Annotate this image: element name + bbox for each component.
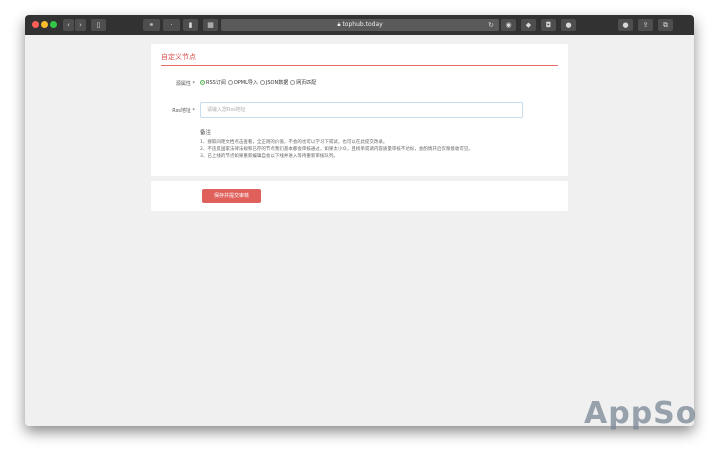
address-bar[interactable]: 🔒︎ tophub.today [221,19,499,31]
info-button[interactable]: ● [618,19,633,31]
dot-icon: · [170,21,173,29]
pin-icon: ◆ [525,21,532,29]
source-option-webpage-label: 网页匹配 [296,80,317,86]
title-divider [161,65,558,66]
tabs-button[interactable]: ⧉ [658,19,673,31]
shield-icon: ◘ [545,21,552,29]
source-option-rss-label: RSS订阅 [206,80,226,86]
minimize-window-button[interactable] [41,21,48,28]
source-option-webpage[interactable]: 网页匹配 [290,79,316,86]
tabs-icon: ⧉ [663,21,668,29]
page-title: 自定义节点 [161,53,196,61]
extension-button-6[interactable]: ◆ [521,19,536,31]
source-option-opml[interactable]: OPML导入 [227,79,258,86]
note-item: 1、搜取间距文档点击查看，全正则的价值，不会的也可以学习下或试，也可以在此提交改… [200,140,388,145]
extension-button-3[interactable]: ▮ [183,19,198,31]
source-type-label: 源属性 * [175,81,195,87]
extension-button-2[interactable]: · [163,19,180,31]
submit-button[interactable]: 保存并提交审核 [202,189,261,203]
address-bar-url: tophub.today [342,21,383,28]
source-option-json[interactable]: JSON数据 [259,79,289,86]
rss-url-input[interactable]: 请输入您Rss地址 [200,102,523,118]
notes-section: 备注 1、搜取间距文档点击查看，全正则的价值，不会的也可以学习下或试，也可以在此… [200,130,473,160]
radio-webpage[interactable] [290,80,296,85]
source-type-options: RSS订阅 OPML导入 JSON数据 网页匹配 [200,79,318,86]
appso-watermark: AppSo [584,396,698,431]
source-option-json-label: JSON数据 [265,80,289,86]
browser-window: ‹ › ▯ ⚭ · ▮ ▦ 🔒︎ tophub.today ↻ ◉ ◆ ◘ ● … [25,15,694,426]
share-icon: ⇪ [642,21,649,29]
extension-button-5[interactable]: ◉ [501,19,516,31]
notes-title: 备注 [200,130,212,136]
grid-icon: ▦ [207,21,214,29]
rss-url-placeholder: 请输入您Rss地址 [207,107,246,113]
custom-node-form-card: 自定义节点 源属性 * RSS订阅 OPML导入 JSON数据 网页匹配 Rss… [151,44,568,176]
reload-icon: ↻ [488,21,494,29]
page-content: 自定义节点 源属性 * RSS订阅 OPML导入 JSON数据 网页匹配 Rss… [25,35,694,426]
chevron-right-icon: › [79,21,82,29]
back-button[interactable]: ‹ [63,19,74,31]
source-option-rss[interactable]: RSS订阅 [200,79,226,86]
close-window-button[interactable] [32,21,39,28]
forward-button[interactable]: › [75,19,86,31]
share-button[interactable]: ⇪ [638,19,653,31]
extension-button-1[interactable]: ⚭ [143,19,160,31]
submit-card: 保存并提交审核 [151,181,568,211]
lock-icon: 🔒︎ [337,21,341,28]
info-icon: ● [622,21,629,29]
browser-toolbar: ‹ › ▯ ⚭ · ▮ ▦ 🔒︎ tophub.today ↻ ◉ ◆ ◘ ● … [25,15,694,35]
extension-button-8[interactable]: ● [561,19,576,31]
source-option-opml-label: OPML导入 [233,80,258,86]
extension-icon: ◉ [505,21,512,29]
zoom-window-button[interactable] [50,21,57,28]
sidebar-icon: ▯ [96,21,101,29]
extension-button-7[interactable]: ◘ [541,19,556,31]
sidebar-toggle-button[interactable]: ▯ [91,19,106,31]
rss-url-label: Rss地址 * [172,108,195,114]
note-item: 3、已上线的节点如果重新编辑自会以下线并进入等待重新审核队列。 [200,154,338,159]
radio-opml[interactable] [227,80,233,85]
chrome-icon: ● [565,21,572,29]
chevron-left-icon: ‹ [67,21,70,29]
link-icon: ⚭ [148,21,155,29]
radio-json[interactable] [259,80,265,85]
radio-rss[interactable] [200,80,205,85]
phone-icon: ▮ [188,21,193,29]
extension-button-4[interactable]: ▦ [203,19,218,31]
note-item: 2、不违反国家法律法规和已存的节点我们基本都会审核通过，如果太小众，且榜单或请内… [200,147,473,152]
reload-button[interactable]: ↻ [485,19,497,31]
